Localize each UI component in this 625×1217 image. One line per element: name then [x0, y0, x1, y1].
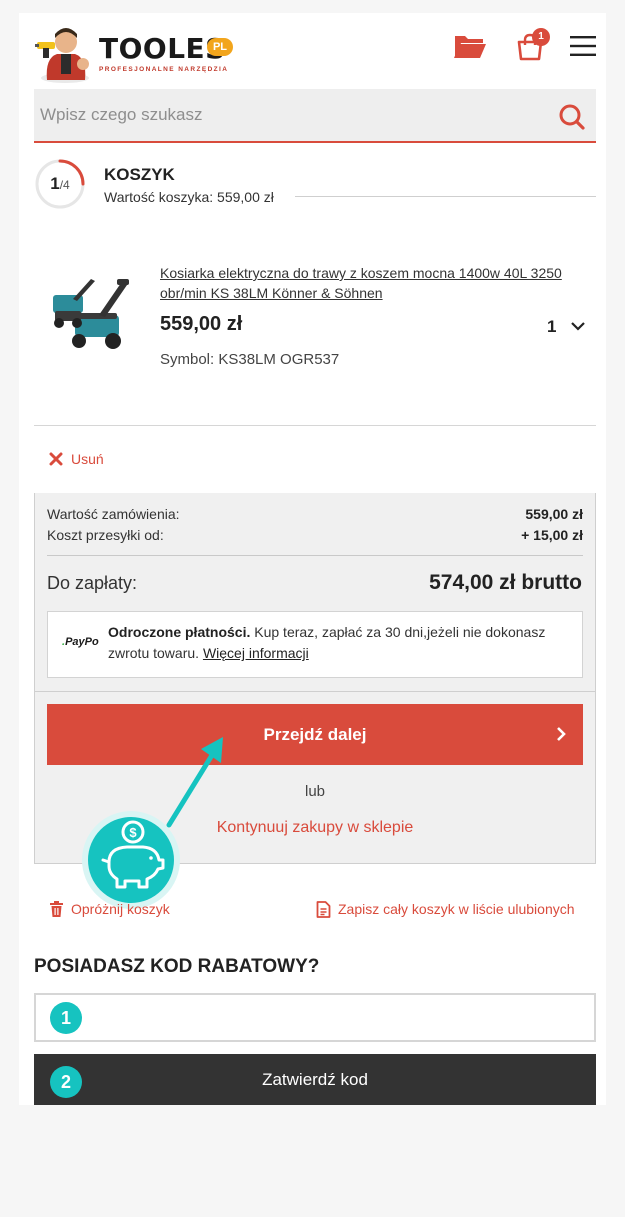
order-summary: Wartość zamówienia: 559,00 zł Koszt prze…	[34, 493, 596, 864]
shipping-value: + 15,00 zł	[521, 527, 583, 543]
proceed-button[interactable]: Przejdź dalej	[47, 704, 583, 765]
product-symbol: Symbol: KS38LM OGR537	[160, 351, 340, 368]
mascot-worker-icon	[35, 28, 89, 83]
to-pay-label: Do zapłaty:	[47, 573, 138, 593]
lawn-mower-product-image[interactable]	[51, 275, 129, 355]
paypo-description: Odroczone płatności. Kup teraz, zapłać z…	[108, 624, 546, 661]
cart-title: KOSZYK	[104, 165, 175, 184]
order-value: 559,00 zł	[525, 506, 583, 522]
hamburger-menu-icon[interactable]	[570, 35, 596, 57]
order-value-label: Wartość zamówienia:	[47, 506, 180, 522]
step-number-badge: 1	[50, 1002, 82, 1034]
shipping-row: Koszt przesyłki od: + 15,00 zł	[47, 527, 583, 543]
paypo-logo: .PayPo	[62, 636, 99, 648]
order-value-row: Wartość zamówienia: 559,00 zł	[47, 506, 583, 522]
trash-icon	[50, 901, 63, 917]
paypo-more-info-link[interactable]: Więcej informacji	[203, 645, 309, 661]
svg-text:$: $	[129, 825, 137, 840]
to-pay-total: 574,00 zł brutto	[429, 571, 582, 594]
divider	[47, 555, 583, 556]
checkout-step-number: 1/4	[50, 174, 70, 193]
search-input[interactable]	[34, 89, 534, 141]
search-bar	[34, 89, 596, 143]
chevron-down-icon	[571, 322, 585, 331]
chevron-right-icon	[557, 727, 566, 741]
quantity-select[interactable]: 1	[539, 315, 591, 339]
divider	[295, 196, 596, 197]
paypo-info-box: .PayPo Odroczone płatności. Kup teraz, z…	[47, 611, 583, 678]
folder-icon[interactable]	[453, 32, 487, 60]
shipping-label: Koszt przesyłki od:	[47, 527, 164, 543]
search-icon[interactable]	[558, 103, 586, 131]
confirm-code-label: Zatwierdź kod	[262, 1070, 368, 1089]
cart-value-subtitle: Wartość koszyka: 559,00 zł	[104, 189, 274, 205]
confirm-code-button[interactable]: Zatwierdź kod	[34, 1054, 596, 1105]
piggy-bank-icon: $	[82, 811, 180, 909]
logo-tagline: PROFESJONALNE NARZĘDZIA	[99, 66, 229, 73]
product-name-link[interactable]: Kosiarka elektryczna do trawy z koszem m…	[160, 263, 580, 303]
product-price: 559,00 zł	[160, 313, 243, 335]
logo-pl-badge: PL	[207, 38, 233, 56]
header: TOOLES PL PROFESJONALNE NARZĘDZIA 1	[19, 13, 606, 89]
step-number-badge: 2	[50, 1066, 82, 1098]
tooles-logo[interactable]: TOOLES PL PROFESJONALNE NARZĘDZIA	[35, 18, 245, 84]
document-icon	[316, 901, 331, 918]
proceed-label: Przejdź dalej	[263, 725, 367, 744]
coupon-code-input[interactable]	[34, 993, 596, 1042]
divider	[34, 425, 596, 426]
cart-count-badge: 1	[532, 28, 550, 46]
remove-item-label: Usuń	[71, 451, 104, 467]
close-icon	[49, 452, 63, 466]
coupon-title: POSIADASZ KOD RABATOWY?	[34, 956, 320, 977]
page: TOOLES PL PROFESJONALNE NARZĘDZIA 1 Wpis…	[19, 13, 606, 1105]
save-cart-to-favorites-label: Zapisz cały koszyk w liście ulubionych	[338, 901, 575, 917]
quantity-value: 1	[547, 317, 557, 336]
empty-cart-label: Opróżnij koszyk	[71, 901, 170, 917]
or-separator: lub	[304, 783, 326, 800]
divider	[35, 691, 595, 692]
